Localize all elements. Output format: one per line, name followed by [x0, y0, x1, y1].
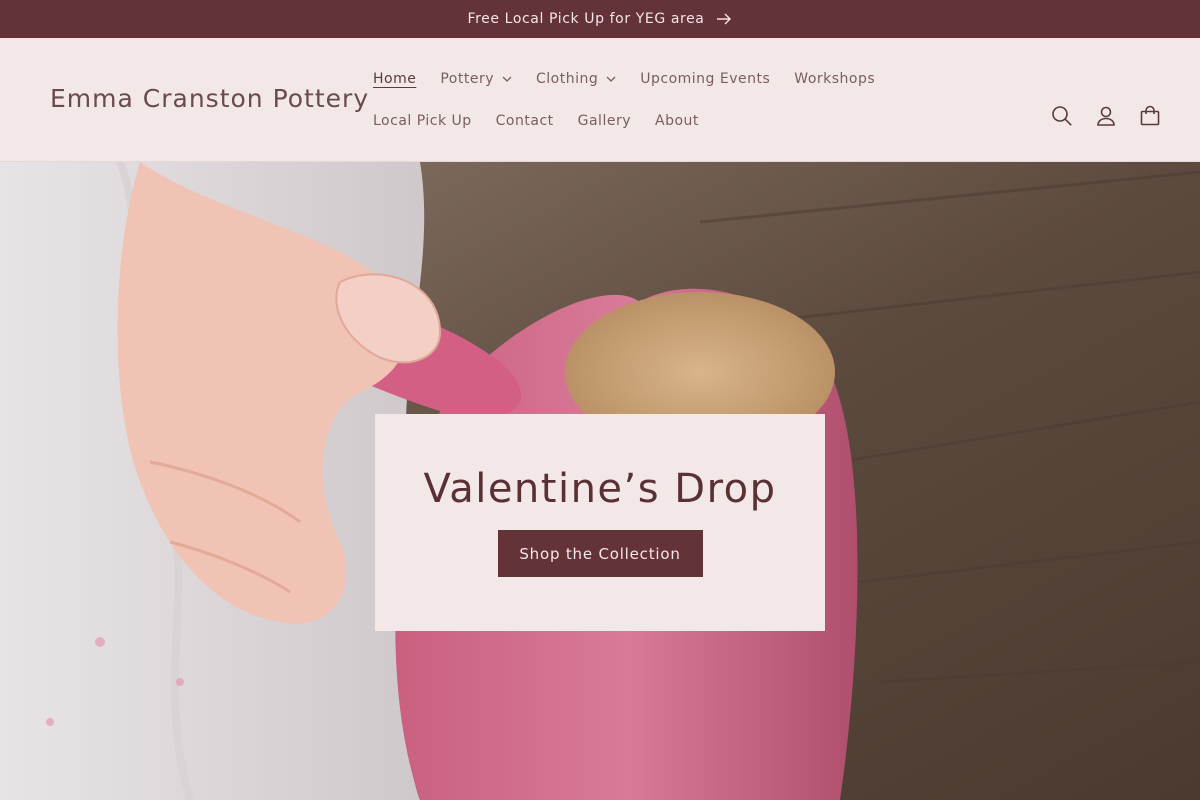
nav-clothing[interactable]: Clothing: [524, 58, 628, 100]
nav-label: Upcoming Events: [640, 71, 771, 87]
nav-upcoming-events[interactable]: Upcoming Events: [628, 58, 782, 100]
nav-contact[interactable]: Contact: [484, 100, 566, 142]
site-header: Emma Cranston Pottery Home Pottery Cloth…: [0, 38, 1200, 162]
site-logo[interactable]: Emma Cranston Pottery: [50, 84, 369, 113]
nav-label: Gallery: [577, 113, 631, 129]
hero-section: Valentine’s Drop Shop the Collection: [0, 162, 1200, 800]
main-nav: Home Pottery Clothing Upcoming Events Wo…: [361, 58, 981, 142]
search-icon[interactable]: [1050, 104, 1074, 128]
nav-label: Pottery: [440, 71, 494, 87]
header-icons: [1050, 104, 1162, 128]
nav-home[interactable]: Home: [361, 58, 428, 100]
hero-title: Valentine’s Drop: [423, 466, 777, 512]
nav-workshops[interactable]: Workshops: [782, 58, 887, 100]
nav-label: Clothing: [536, 71, 599, 87]
hero-banner: Valentine’s Drop Shop the Collection: [375, 414, 825, 631]
shop-collection-button[interactable]: Shop the Collection: [497, 530, 703, 577]
account-icon[interactable]: [1094, 104, 1118, 128]
nav-gallery[interactable]: Gallery: [566, 100, 643, 142]
announcement-text: Free Local Pick Up for YEG area: [467, 11, 705, 27]
nav-label: About: [655, 113, 699, 129]
arrow-right-icon: [716, 13, 732, 25]
announcement-bar[interactable]: Free Local Pick Up for YEG area: [0, 0, 1200, 38]
nav-pottery[interactable]: Pottery: [428, 58, 524, 100]
chevron-down-icon: [606, 76, 616, 82]
chevron-down-icon: [502, 76, 512, 82]
nav-local-pick-up[interactable]: Local Pick Up: [361, 100, 484, 142]
nav-label: Workshops: [794, 71, 876, 87]
nav-label: Local Pick Up: [373, 113, 472, 129]
cart-icon[interactable]: [1138, 104, 1162, 128]
nav-label: Contact: [495, 113, 554, 129]
nav-about[interactable]: About: [643, 100, 711, 142]
nav-label: Home: [373, 71, 417, 87]
